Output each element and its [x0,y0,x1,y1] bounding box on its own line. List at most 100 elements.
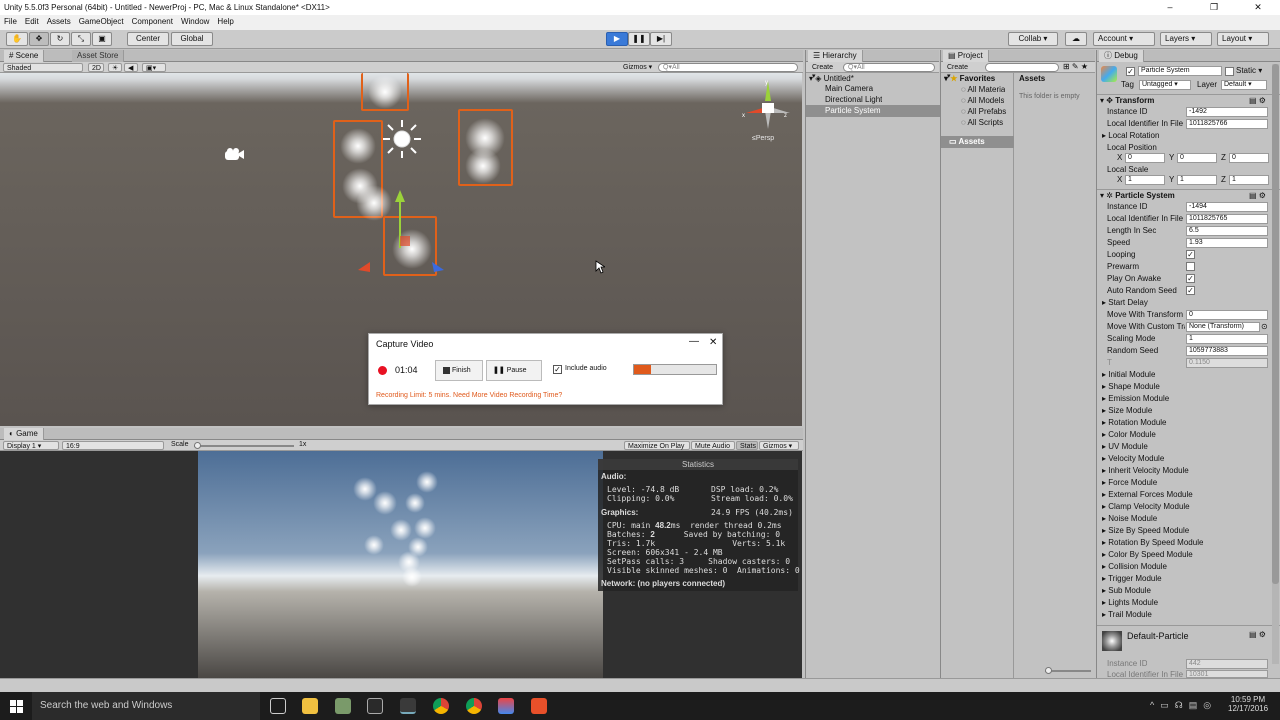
cloud-button[interactable]: ☁ [1065,32,1087,46]
shading-mode-dropdown[interactable]: Shaded [3,63,83,72]
prewarm-checkbox[interactable] [1186,262,1195,271]
menu-component[interactable]: Component [132,15,173,30]
hierarchy-create-dropdown[interactable]: Create ▾ [809,63,841,80]
local-rotation-foldout[interactable]: ▸ Local Rotation [1102,130,1159,142]
close-button[interactable]: ✕ [1236,0,1280,15]
game-view[interactable]: Statistics Audio: Level: -74.8 dB DSP lo… [0,451,802,678]
module-external-forces-module[interactable]: ▸ External Forces Module [1102,489,1193,501]
move-custom-field[interactable]: None (Transform) [1186,322,1260,332]
menu-window[interactable]: Window [181,15,209,30]
menu-gameobject[interactable]: GameObject [79,15,124,30]
play-button[interactable]: ▶ [606,32,628,46]
rect-tool-button[interactable]: ▣ [92,32,112,46]
particle-system-header[interactable]: ▾ ✲ Particle System ▤ ⚙ [1097,189,1280,201]
scene-search-input[interactable]: Q▾All [658,63,798,72]
assets-folder[interactable]: ▭ Assets [941,136,1014,148]
effects-dropdown[interactable]: ▣▾ [142,63,166,72]
menu-assets[interactable]: Assets [47,15,71,30]
scale-x-field[interactable]: 1 [1125,175,1165,185]
move-gizmo[interactable] [352,188,452,278]
active-checkbox[interactable]: ✓ [1126,67,1135,76]
icon-size-slider-handle[interactable] [1045,667,1052,674]
scaling-mode-field[interactable]: 1 [1186,334,1268,344]
scale-z-field[interactable]: 1 [1229,175,1269,185]
layers-dropdown[interactable]: Layers ▾ [1160,32,1212,46]
inspector-scrollbar[interactable] [1272,64,1279,664]
play-on-awake-checkbox[interactable]: ✓ [1186,274,1195,283]
chrome-icon[interactable] [466,698,482,714]
icon-size-slider[interactable] [1045,667,1091,674]
maximize-on-play-toggle[interactable]: Maximize On Play [624,441,690,450]
rotate-tool-button[interactable]: ↻ [50,32,70,46]
capture-pause-button[interactable]: ❚❚ Pause [486,360,542,381]
module-noise-module[interactable]: ▸ Noise Module [1102,513,1157,525]
app-icon[interactable] [367,698,383,714]
transform-local-id-field[interactable]: 1011825766 [1186,119,1268,129]
static-checkbox[interactable] [1225,67,1234,76]
hierarchy-search-input[interactable]: Q▾All [843,63,935,72]
position-z-field[interactable]: 0 [1229,153,1269,163]
material-settings-icon[interactable]: ▤ ⚙ [1249,629,1266,641]
pause-button[interactable]: ❚❚ [628,32,650,46]
persp-label[interactable]: ≤Persp [752,135,774,142]
project-create-dropdown[interactable]: Create ▾ [944,63,976,80]
dialog-minimize-button[interactable]: — [689,336,699,347]
module-lights-module[interactable]: ▸ Lights Module [1102,597,1158,609]
tab-asset-store[interactable]: Asset Store [72,50,125,62]
tag-dropdown[interactable]: Untagged ▾ [1139,80,1191,90]
move-tool-button[interactable]: ✥ [29,32,49,46]
scale-tool-button[interactable]: ⤡ [71,32,91,46]
position-x-field[interactable]: 0 [1125,153,1165,163]
ps-settings-icon[interactable]: ▤ ⚙ [1249,190,1266,202]
position-y-field[interactable]: 0 [1177,153,1217,163]
scale-slider-handle[interactable] [194,442,201,449]
tab-debug[interactable]: ⓘ Debug [1099,50,1144,62]
module-color-module[interactable]: ▸ Color Module [1102,429,1156,441]
move-transform-field[interactable]: 0 [1186,310,1268,320]
account-dropdown[interactable]: Account ▾ [1093,32,1155,46]
module-size-by-speed-module[interactable]: ▸ Size By Speed Module [1102,525,1189,537]
menu-edit[interactable]: Edit [25,15,39,30]
static-label[interactable]: Static ▾ [1236,65,1262,77]
layer-dropdown[interactable]: Default ▾ [1221,80,1267,90]
auto-seed-checkbox[interactable]: ✓ [1186,286,1195,295]
project-filter-icons[interactable]: ⊞ ✎ ★ [1063,62,1088,71]
mute-audio-toggle[interactable]: Mute Audio [691,441,735,450]
file-explorer-icon[interactable] [302,698,318,714]
hand-tool-button[interactable]: ✋ [6,32,28,46]
stats-toggle[interactable]: Stats [736,441,758,450]
module-size-module[interactable]: ▸ Size Module [1102,405,1152,417]
taskbar-search-box[interactable]: Search the web and Windows [32,692,260,720]
module-rotation-module[interactable]: ▸ Rotation Module [1102,417,1167,429]
unity-icon[interactable] [400,698,416,714]
module-initial-module[interactable]: ▸ Initial Module [1102,369,1155,381]
tab-project[interactable]: ▤ Project [943,50,989,62]
system-tray-icons[interactable]: ^▭☊▤◎ [1150,700,1217,711]
collab-button[interactable]: Collab ▾ [1008,32,1058,46]
task-view-icon[interactable] [270,698,286,714]
orientation-gizmo[interactable]: y x z [742,79,794,135]
taskbar-clock[interactable]: 10:59 PM 12/17/2016 [1228,695,1268,713]
favorite-item-scripts[interactable]: ◌ All Scripts [961,117,1003,129]
game-gizmos-dropdown[interactable]: Gizmos ▾ [759,441,799,450]
app-icon[interactable] [498,698,514,714]
layout-dropdown[interactable]: Layout ▾ [1217,32,1269,46]
app-icon[interactable] [335,698,351,714]
step-button[interactable]: ▶| [650,32,672,46]
dialog-close-button[interactable]: ✕ [709,337,717,348]
scale-y-field[interactable]: 1 [1177,175,1217,185]
module-collision-module[interactable]: ▸ Collision Module [1102,561,1167,573]
pivot-global-button[interactable]: Global [171,32,213,46]
module-rotation-by-speed-module[interactable]: ▸ Rotation By Speed Module [1102,537,1203,549]
tab-hierarchy[interactable]: ☰ Hierarchy [808,50,863,62]
lighting-toggle[interactable]: ☀ [108,63,122,72]
random-seed-field[interactable]: 1059773883 [1186,346,1268,356]
object-name-field[interactable]: Particle System [1138,66,1222,76]
object-picker-icon[interactable]: ⊙ [1261,321,1268,333]
module-emission-module[interactable]: ▸ Emission Module [1102,393,1169,405]
transform-instance-id-field[interactable]: -1492 [1186,107,1268,117]
module-force-module[interactable]: ▸ Force Module [1102,477,1157,489]
finish-button[interactable]: Finish [435,360,483,381]
module-clamp-velocity-module[interactable]: ▸ Clamp Velocity Module [1102,501,1190,513]
transform-settings-icon[interactable]: ▤ ⚙ [1249,95,1266,107]
